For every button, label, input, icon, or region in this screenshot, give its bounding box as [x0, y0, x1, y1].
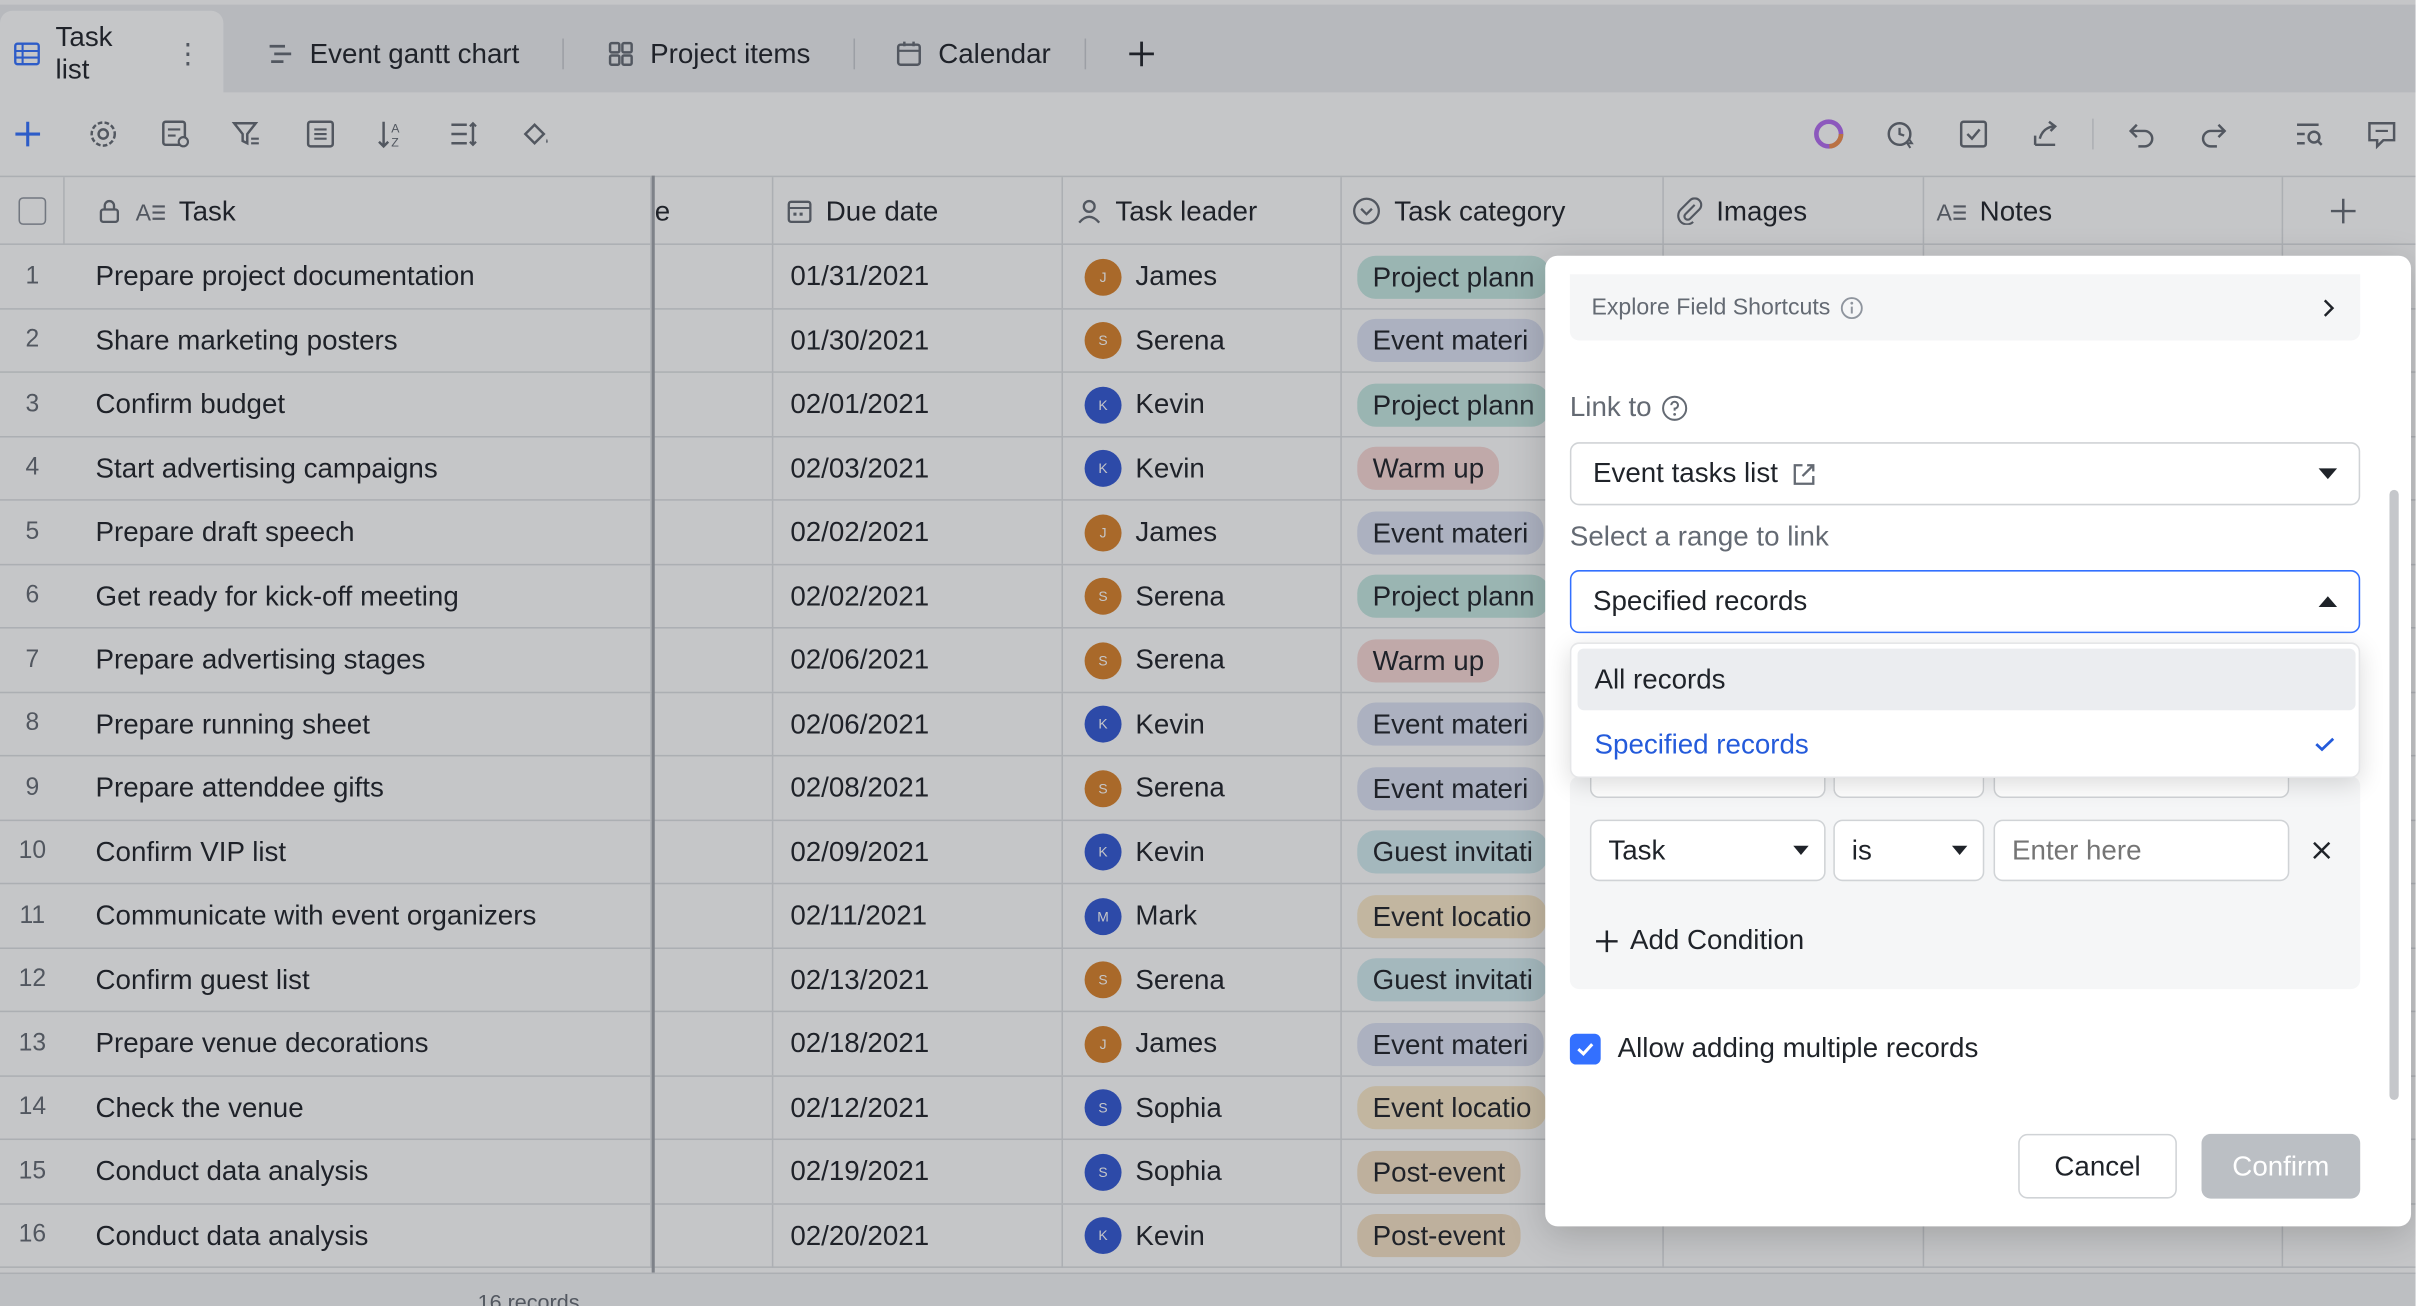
option-all-records[interactable]: All records	[1577, 648, 2356, 711]
condition-operator-select[interactable]: is	[1833, 819, 1985, 882]
chevron-right-icon	[2323, 298, 2335, 316]
caret-up-icon	[2318, 596, 2338, 607]
range-value: Specified records	[1592, 585, 1808, 617]
link-to-text: Link to	[1569, 391, 1652, 423]
range-select[interactable]: Specified records	[1569, 570, 2361, 634]
confirm-label: Confirm	[2232, 1150, 2330, 1181]
shortcuts-label: Explore Field Shortcuts	[1591, 294, 1831, 321]
plus-icon	[1596, 929, 1618, 952]
close-icon[interactable]	[2309, 838, 2334, 863]
allow-multiple-checkbox[interactable]	[1569, 1032, 1601, 1064]
link-to-label: Link to	[1570, 391, 1689, 423]
cancel-button[interactable]: Cancel	[2018, 1133, 2177, 1199]
condition-field-value: Task	[1608, 834, 1666, 866]
option-specified-records[interactable]: Specified records	[1578, 713, 2356, 775]
panel-scrollbar[interactable]	[2389, 489, 2399, 1100]
info-icon	[1840, 296, 1863, 319]
caret-down-icon	[1951, 845, 1968, 856]
add-condition-label: Add Condition	[1629, 924, 1805, 956]
range-label-text: Select a range to link	[1569, 520, 1829, 552]
allow-multiple-label: Allow adding multiple records	[1617, 1032, 1979, 1064]
add-condition-button[interactable]: Add Condition	[1593, 924, 1804, 956]
condition-value-input[interactable]	[1993, 819, 2290, 882]
help-icon	[1662, 394, 1688, 421]
check-icon	[2315, 737, 2335, 752]
caret-down-icon	[1793, 845, 1809, 856]
allow-multiple-row[interactable]: Allow adding multiple records	[1569, 1032, 1979, 1064]
option-label: Specified records	[1594, 727, 1809, 759]
option-label: All records	[1594, 663, 1726, 695]
cancel-label: Cancel	[2054, 1150, 2141, 1181]
explore-field-shortcuts[interactable]: Explore Field Shortcuts	[1569, 274, 2361, 341]
condition-field-select[interactable]: Task	[1589, 819, 1826, 882]
confirm-button[interactable]: Confirm	[2201, 1133, 2361, 1199]
link-to-value: Event tasks list	[1592, 457, 1778, 489]
link-to-select[interactable]: Event tasks list	[1569, 442, 2361, 506]
range-label: Select a range to link	[1570, 521, 1829, 553]
range-dropdown-menu: All records Specified records	[1569, 642, 2361, 779]
conditions-box: Task is Add Condition	[1569, 767, 2361, 990]
condition-operator-value: is	[1851, 834, 1872, 866]
external-link-icon[interactable]	[1790, 460, 1818, 488]
caret-down-icon	[2318, 468, 2338, 480]
checkmark-icon	[1577, 1042, 1594, 1056]
